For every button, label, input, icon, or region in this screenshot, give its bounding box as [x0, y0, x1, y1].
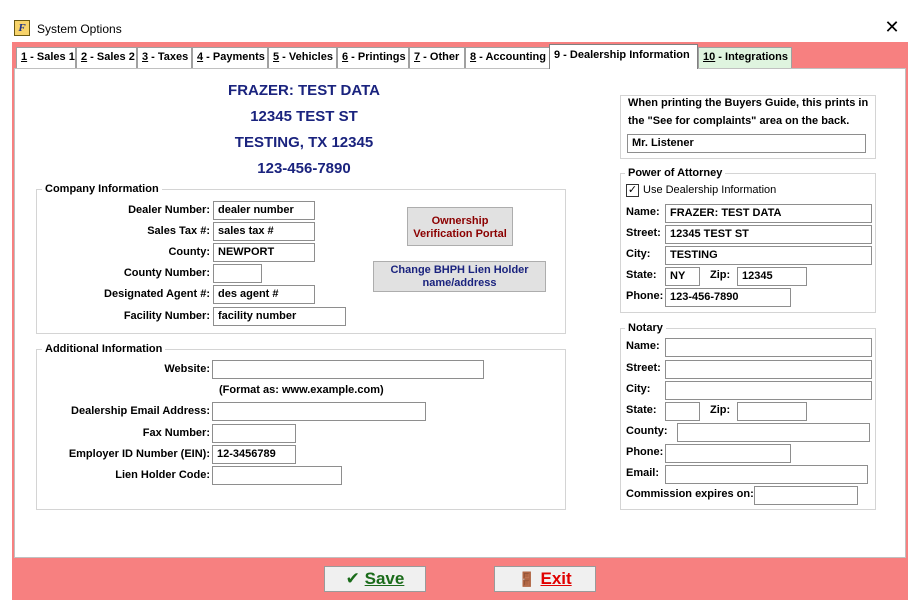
dealer-number-label: Dealer Number: [128, 204, 210, 216]
notary-name-label: Name: [626, 340, 660, 352]
poa-city-field[interactable]: TESTING [665, 246, 872, 265]
county-number-label: County Number: [123, 267, 210, 279]
save-button[interactable]: ✔ Save [324, 566, 426, 592]
fax-number-field[interactable] [212, 424, 296, 443]
ownership-verification-button[interactable]: Ownership Verification Portal [407, 207, 513, 246]
poa-phone-label: Phone: [626, 290, 664, 302]
notary-commission-label: Commission expires on: [626, 488, 754, 500]
use-dealership-info-label: Use Dealership Information [643, 184, 777, 196]
notary-county-label: County: [626, 425, 668, 437]
poa-name-label: Name: [626, 206, 660, 218]
dealership-email-label: Dealership Email Address: [71, 405, 210, 417]
designated-agent-label: Designated Agent #: [104, 288, 210, 300]
website-label: Website: [164, 363, 210, 375]
dealer-name-heading: FRAZER: TEST DATA [228, 82, 380, 99]
fax-number-label: Fax Number: [142, 427, 210, 439]
notary-commission-field[interactable] [754, 486, 858, 505]
notary-city-label: City: [626, 383, 651, 395]
notary-zip-label: Zip: [710, 404, 731, 416]
ein-field[interactable]: 12-3456789 [212, 445, 296, 464]
buyers-guide-complaints-field[interactable]: Mr. Listener [627, 134, 866, 153]
tab-vehicles[interactable]: 5 - Vehicles [268, 47, 337, 68]
title-bar [0, 0, 921, 42]
buyers-guide-text-line1: When printing the Buyers Guide, this pri… [626, 97, 871, 109]
use-dealership-info-checkbox[interactable]: ✓ [626, 184, 639, 197]
buyers-guide-text-line2: the "See for complaints" area on the bac… [628, 115, 850, 127]
notary-county-field[interactable] [677, 423, 870, 442]
notary-state-label: State: [626, 404, 657, 416]
poa-name-field[interactable]: FRAZER: TEST DATA [665, 204, 872, 223]
county-number-field[interactable] [213, 264, 262, 283]
notary-state-field[interactable] [665, 402, 700, 421]
sales-tax-label: Sales Tax #: [147, 225, 210, 237]
poa-city-label: City: [626, 248, 651, 260]
notary-street-label: Street: [626, 362, 661, 374]
website-field[interactable] [212, 360, 484, 379]
dealer-phone-heading: 123-456-7890 [257, 160, 351, 177]
poa-zip-label: Zip: [710, 269, 731, 281]
exit-door-icon: 🚪 [518, 571, 536, 587]
notary-city-field[interactable] [665, 381, 872, 400]
poa-state-label: State: [626, 269, 657, 281]
tab-dealership-information[interactable]: 9 - Dealership Information [549, 44, 698, 69]
close-icon[interactable]: ✕ [882, 18, 902, 38]
poa-street-label: Street: [626, 227, 661, 239]
change-lien-holder-button[interactable]: Change BHPH Lien Holder name/address [373, 261, 546, 292]
tab-other[interactable]: 7 - Other [409, 47, 465, 68]
window-title: System Options [37, 22, 122, 36]
poa-zip-field[interactable]: 12345 [737, 267, 807, 286]
exit-button-label: Exit [540, 569, 572, 588]
dealership-email-field[interactable] [212, 402, 426, 421]
designated-agent-field[interactable]: des agent # [213, 285, 315, 304]
website-format-hint: (Format as: www.example.com) [219, 384, 384, 396]
lien-holder-code-field[interactable] [212, 466, 342, 485]
additional-information-title: Additional Information [42, 343, 166, 355]
dealer-city-heading: TESTING, TX 12345 [234, 134, 374, 151]
ein-label: Employer ID Number (EIN): [68, 448, 210, 460]
exit-button[interactable]: 🚪 Exit [494, 566, 596, 592]
power-of-attorney-title: Power of Attorney [625, 167, 726, 179]
tab-payments[interactable]: 4 - Payments [192, 47, 268, 68]
facility-number-field[interactable]: facility number [213, 307, 346, 326]
poa-state-field[interactable]: NY [665, 267, 700, 286]
county-field[interactable]: NEWPORT [213, 243, 315, 262]
button-bar [12, 558, 908, 600]
lien-holder-code-label: Lien Holder Code: [115, 469, 210, 481]
poa-street-field[interactable]: 12345 TEST ST [665, 225, 872, 244]
tab-accounting[interactable]: 8 - Accounting [465, 47, 550, 68]
tab-sales-2[interactable]: 2 - Sales 2 [76, 47, 137, 68]
notary-phone-field[interactable] [665, 444, 791, 463]
notary-zip-field[interactable] [737, 402, 807, 421]
tab-printings[interactable]: 6 - Printings [337, 47, 409, 68]
checkmark-icon: ✔ [345, 569, 360, 588]
notary-street-field[interactable] [665, 360, 872, 379]
county-label: County: [168, 246, 210, 258]
tab-sales-1[interactable]: 1 - Sales 1 [16, 47, 76, 68]
notary-phone-label: Phone: [626, 446, 664, 458]
tab-integrations[interactable]: 10 - Integrations [698, 47, 792, 68]
notary-email-field[interactable] [665, 465, 868, 484]
notary-title: Notary [625, 322, 666, 334]
facility-number-label: Facility Number: [123, 310, 210, 322]
notary-email-label: Email: [626, 467, 660, 479]
save-button-label: Save [364, 569, 405, 588]
notary-name-field[interactable] [665, 338, 872, 357]
poa-phone-field[interactable]: 123-456-7890 [665, 288, 791, 307]
sales-tax-field[interactable]: sales tax # [213, 222, 315, 241]
app-logo-icon: F [14, 20, 30, 36]
dealer-street-heading: 12345 TEST ST [250, 108, 358, 125]
company-information-title: Company Information [42, 183, 162, 195]
dealer-number-field[interactable]: dealer number [213, 201, 315, 220]
tab-taxes[interactable]: 3 - Taxes [137, 47, 192, 68]
